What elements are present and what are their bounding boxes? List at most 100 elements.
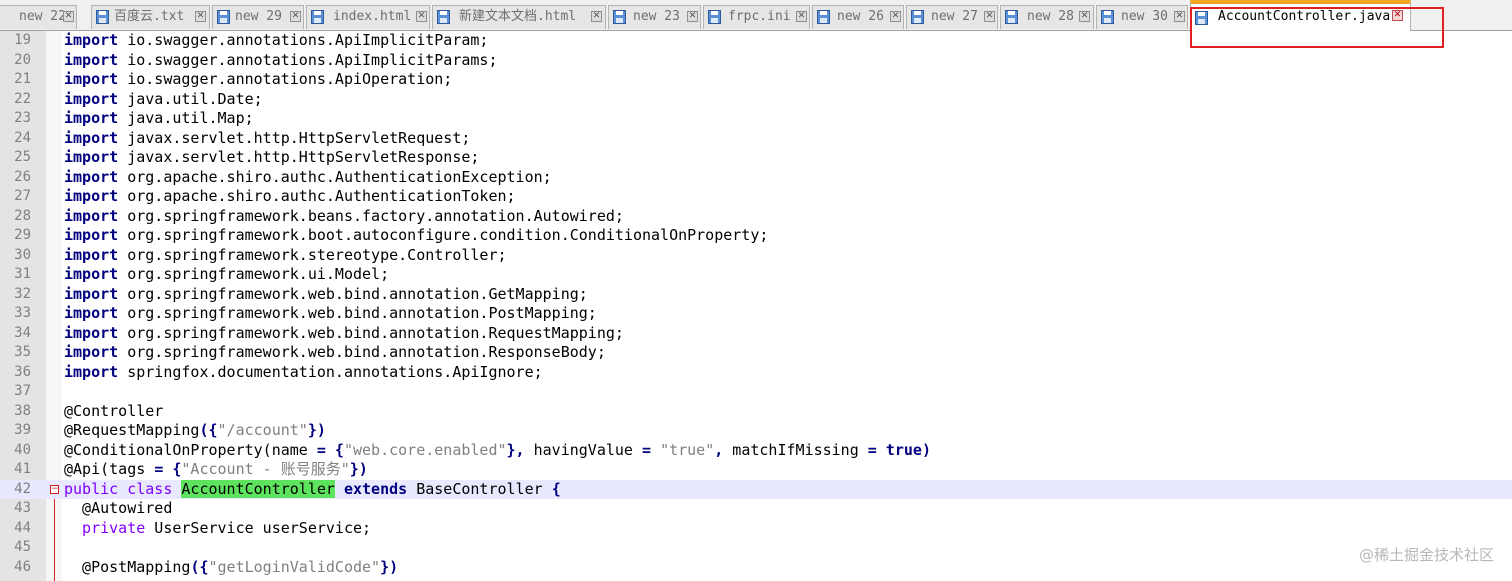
keyword: import xyxy=(64,226,119,244)
fold-minus-icon[interactable]: − xyxy=(50,484,59,494)
operator: ({ xyxy=(199,421,218,439)
code-text: javax.servlet.http.HttpServletResponse; xyxy=(118,148,480,166)
tab-new-22[interactable]: new 22 ✕ xyxy=(0,5,77,29)
tab-new-30[interactable]: new 30 ✕ xyxy=(1096,5,1188,29)
keyword: import xyxy=(64,206,119,225)
string-literal: "getLoginValidCode" xyxy=(208,557,381,576)
code-line: 37 xyxy=(0,382,1512,402)
line-number: 25 xyxy=(14,149,31,165)
line-number: 39 xyxy=(14,422,31,438)
tab-new-23[interactable]: new 23 ✕ xyxy=(608,5,701,29)
close-icon[interactable]: ✕ xyxy=(796,11,807,22)
line-text: public class AccountController extends B… xyxy=(64,479,561,500)
operator: = xyxy=(867,440,877,459)
line-number: 38 xyxy=(14,402,31,419)
line-number: 35 xyxy=(14,344,31,360)
close-icon[interactable]: ✕ xyxy=(290,11,301,22)
annotation-text: @ConditionalOnProperty(name xyxy=(64,440,317,459)
code-text: UserService userService; xyxy=(145,518,372,537)
close-icon[interactable]: ✕ xyxy=(984,11,995,22)
line-text: import org.springframework.boot.autoconf… xyxy=(64,226,768,246)
line-text: import java.util.Date; xyxy=(64,90,263,110)
operator: = { xyxy=(316,440,344,459)
line-number: 34 xyxy=(14,324,31,341)
code-line: 21 import io.swagger.annotations.ApiOpera… xyxy=(0,70,1512,90)
tab-label: new 28 xyxy=(1027,9,1074,24)
annotation-text: @Autowired xyxy=(64,499,173,517)
tab-baiduyun[interactable]: 百度云.txt ✕ xyxy=(91,5,210,29)
code-line: 35 import org.springframework.web.bind.an… xyxy=(0,343,1512,363)
code-line: 45 xyxy=(0,538,1512,558)
line-number: 22 xyxy=(14,90,31,107)
floppy-disk-icon xyxy=(437,10,450,24)
line-number: 41 xyxy=(14,461,31,477)
operator: , xyxy=(714,440,724,459)
keyword: import xyxy=(64,167,119,186)
line-number: 20 xyxy=(14,51,31,68)
code-editor[interactable]: 19 import io.swagger.annotations.ApiImpli… xyxy=(0,31,1512,577)
close-icon[interactable]: ✕ xyxy=(687,11,698,22)
floppy-disk-icon xyxy=(613,10,626,24)
code-line: 23 import java.util.Map; xyxy=(0,109,1512,129)
line-number: 40 xyxy=(14,441,31,458)
operator: }) xyxy=(380,557,399,576)
tab-label: frpc.ini xyxy=(728,9,791,24)
floppy-disk-icon xyxy=(1005,10,1018,24)
string-literal: "Account - 账号服务" xyxy=(181,460,350,478)
keyword: import xyxy=(64,128,119,147)
keyword: import xyxy=(64,148,119,166)
line-number: 32 xyxy=(14,285,31,302)
code-line: 44 private UserService userService; xyxy=(0,519,1512,539)
code-line: 24 import javax.servlet.http.HttpServletR… xyxy=(0,129,1512,149)
close-icon[interactable]: ✕ xyxy=(416,11,427,22)
floppy-disk-icon xyxy=(311,10,324,24)
line-text: import org.apache.shiro.authc.Authentica… xyxy=(64,187,516,207)
close-icon[interactable]: ✕ xyxy=(195,11,206,22)
line-text: import org.springframework.stereotype.Co… xyxy=(64,246,507,266)
keyword: import xyxy=(64,284,119,303)
close-icon[interactable]: ✕ xyxy=(591,11,602,22)
line-number: 23 xyxy=(14,110,31,126)
line-number: 26 xyxy=(14,168,31,185)
close-icon[interactable]: ✕ xyxy=(1079,11,1090,22)
tab-label: new 30 xyxy=(1121,9,1168,24)
selected-text[interactable]: AccountController xyxy=(181,479,335,498)
line-number: 30 xyxy=(14,246,31,263)
line-number: 21 xyxy=(14,71,31,87)
code-text: org.springframework.stereotype.Controlle… xyxy=(118,245,507,264)
line-number: 24 xyxy=(14,129,31,146)
tab-label: index.html xyxy=(333,9,412,24)
operator: }, xyxy=(506,440,525,459)
current-line: 42 − public class AccountController extend… xyxy=(0,479,1512,500)
code-line: 41 @Api(tags = {"Account - 账号服务"}) xyxy=(0,460,1512,480)
tab-new-28[interactable]: new 28 ✕ xyxy=(1000,5,1094,29)
tab-new-27[interactable]: new 27 ✕ xyxy=(906,5,998,29)
line-text: @Api(tags = {"Account - 账号服务"}) xyxy=(64,460,368,480)
line-text: import org.springframework.web.bind.anno… xyxy=(64,343,606,363)
keyword: import xyxy=(64,304,119,322)
close-icon[interactable]: ✕ xyxy=(890,11,901,22)
close-icon[interactable]: ✕ xyxy=(1174,11,1185,22)
code-line: 34 import org.springframework.web.bind.an… xyxy=(0,324,1512,344)
floppy-disk-icon xyxy=(1101,10,1114,24)
code-text: matchIfMissing xyxy=(723,440,868,459)
code-line: 29 import org.springframework.boot.autoco… xyxy=(0,226,1512,246)
tab-label: new 27 xyxy=(931,9,978,24)
line-text: import org.springframework.web.bind.anno… xyxy=(64,324,624,344)
tab-frpc-ini[interactable]: frpc.ini ✕ xyxy=(703,5,810,29)
keyword: import xyxy=(64,50,119,69)
string-literal: "web.core.enabled" xyxy=(343,440,507,459)
code-text: BaseController xyxy=(407,479,552,498)
tab-new-26[interactable]: new 26 ✕ xyxy=(812,5,904,29)
tab-new-text-doc[interactable]: 新建文本文档.html ✕ xyxy=(432,5,606,29)
line-number: 28 xyxy=(14,207,31,224)
floppy-disk-icon xyxy=(96,10,109,24)
tab-index-html[interactable]: index.html ✕ xyxy=(306,5,430,29)
line-text: import org.springframework.web.bind.anno… xyxy=(64,304,597,324)
tab-new-29[interactable]: new 29 ✕ xyxy=(212,5,304,29)
close-icon[interactable]: ✕ xyxy=(63,11,74,22)
line-text: import io.swagger.annotations.ApiImplici… xyxy=(64,31,488,51)
line-number: 29 xyxy=(14,227,31,243)
keyword: import xyxy=(64,362,119,381)
code-text: org.apache.shiro.authc.AuthenticationExc… xyxy=(118,167,552,186)
